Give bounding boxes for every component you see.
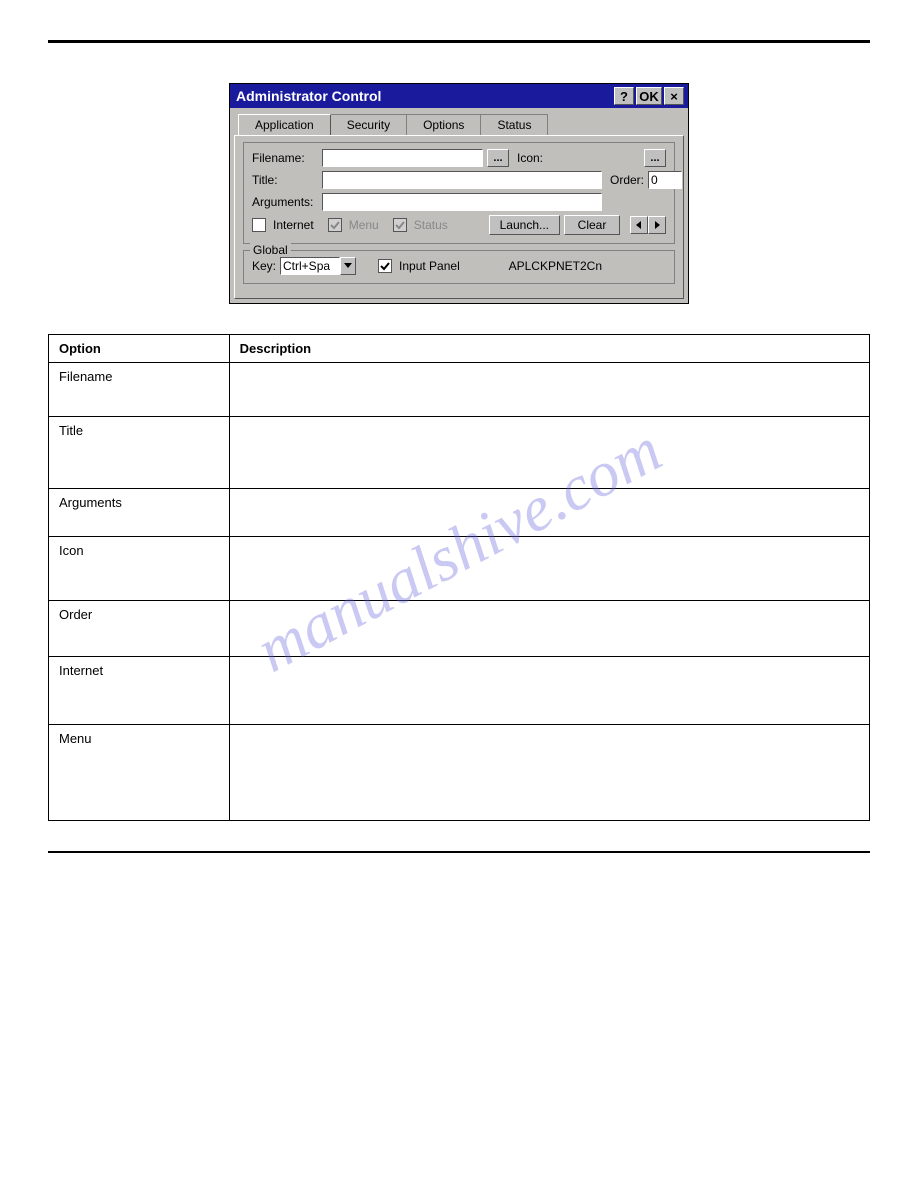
arrow-left-icon [635,221,643,229]
arrow-right-icon [653,221,661,229]
tab-panel: Filename: ... Icon: ... Title: Order: [234,135,684,299]
key-combo-input[interactable] [280,257,340,275]
option-cell: Internet [49,657,230,725]
page-content: manualshive.com Administrator Control ? … [0,0,918,1188]
description-cell [229,363,869,417]
chevron-down-icon [344,263,352,269]
bottom-rule [48,851,870,853]
icon-label: Icon: [517,151,543,165]
tab-strip: Application Security Options Status [230,110,688,135]
option-cell: Arguments [49,489,230,537]
key-combo[interactable] [280,257,356,275]
next-button[interactable] [648,216,666,234]
option-cell: Menu [49,725,230,821]
tab-status[interactable]: Status [480,114,548,135]
filename-input[interactable] [322,149,483,167]
tab-options[interactable]: Options [406,114,481,135]
arguments-label: Arguments: [252,195,318,209]
clear-button[interactable]: Clear [564,215,620,235]
browse-icon-button[interactable]: ... [644,149,666,167]
status-checkbox-label: Status [414,218,448,232]
internet-checkbox-label: Internet [273,218,314,232]
table-row: Arguments [49,489,870,537]
description-cell [229,489,869,537]
launch-button[interactable]: Launch... [489,215,560,235]
status-checkbox [393,218,407,232]
table-row: Menu [49,725,870,821]
table-row: Title [49,417,870,489]
internet-checkbox[interactable] [252,218,266,232]
dialog-title: Administrator Control [234,88,381,104]
table-row: Order [49,601,870,657]
options-table: Option Description Filename Title Argume… [48,334,870,821]
admin-control-dialog: Administrator Control ? OK × Application… [229,83,689,304]
application-fieldset: Filename: ... Icon: ... Title: Order: [243,142,675,244]
top-rule [48,40,870,43]
help-button[interactable]: ? [614,87,634,105]
description-cell [229,725,869,821]
global-legend: Global [250,243,291,257]
description-cell [229,601,869,657]
titlebar: Administrator Control ? OK × [230,84,688,108]
ok-button[interactable]: OK [636,87,662,105]
global-fieldset: Global Key: Input Panel APLCKPNET2Cn [243,250,675,284]
table-row: Internet [49,657,870,725]
browse-filename-button[interactable]: ... [487,149,509,167]
table-row: Icon [49,537,870,601]
menu-checkbox-label: Menu [349,218,379,232]
tab-security[interactable]: Security [330,114,407,135]
input-panel-label: Input Panel [399,259,460,273]
title-label: Title: [252,173,318,187]
close-button[interactable]: × [664,87,684,105]
description-cell [229,537,869,601]
order-label: Order: [610,173,644,187]
menu-checkbox [328,218,342,232]
prev-button[interactable] [630,216,648,234]
input-panel-checkbox[interactable] [378,259,392,273]
description-cell [229,417,869,489]
option-cell: Icon [49,537,230,601]
tab-application[interactable]: Application [238,114,331,135]
key-combo-dropdown[interactable] [340,257,356,275]
option-cell: Order [49,601,230,657]
table-header-option: Option [49,335,230,363]
option-cell: Filename [49,363,230,417]
title-input[interactable] [322,171,602,189]
table-header-description: Description [229,335,869,363]
filename-label: Filename: [252,151,318,165]
option-cell: Title [49,417,230,489]
table-row: Filename [49,363,870,417]
global-code: APLCKPNET2Cn [509,259,602,273]
key-label: Key: [252,259,276,273]
arguments-input[interactable] [322,193,602,211]
description-cell [229,657,869,725]
order-input[interactable] [648,171,682,189]
